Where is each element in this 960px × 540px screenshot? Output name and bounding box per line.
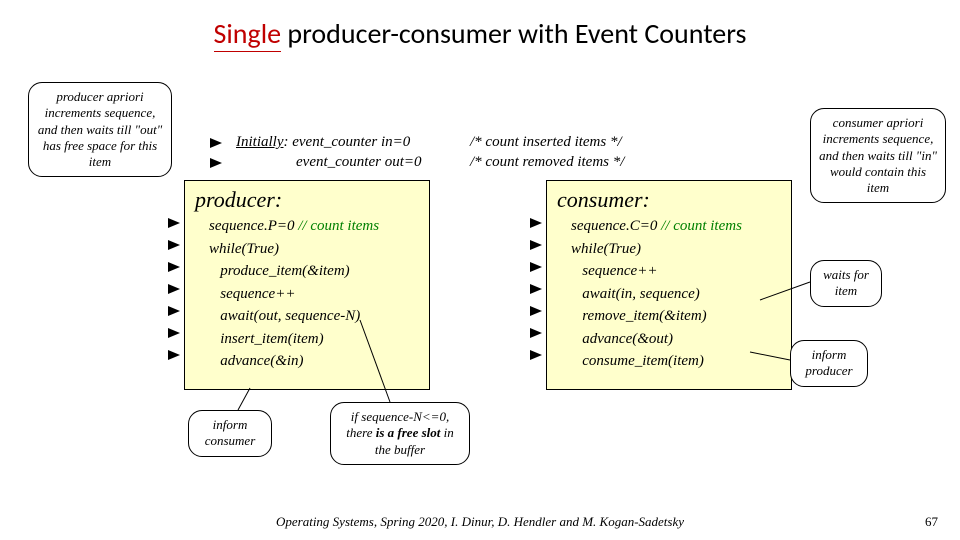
consumer-l5: remove_item(&item) <box>571 308 707 324</box>
consumer-l1b: // count items <box>661 218 742 234</box>
consumer-l1a: sequence.C=0 <box>571 218 661 234</box>
init-label: Initially <box>236 134 284 150</box>
arrow-icon <box>168 218 180 228</box>
consumer-box: consumer: sequence.C=0 // count items wh… <box>546 180 792 390</box>
consumer-l2: while(True) <box>571 241 641 257</box>
producer-l7: advance(&in) <box>209 353 304 369</box>
page-number: 67 <box>925 514 938 530</box>
init-comment-1: /* count inserted items */ <box>470 134 622 151</box>
arrow-icon <box>530 240 542 250</box>
callout-producer-apriori: producer apriori increments sequence, an… <box>28 82 172 177</box>
consumer-header: consumer: <box>557 187 781 213</box>
callout-consumer-apriori: consumer apriori increments sequence, an… <box>810 108 946 203</box>
producer-header: producer: <box>195 187 419 213</box>
arrow-icon <box>210 158 222 168</box>
arrow-icon <box>530 218 542 228</box>
callout-waits-item: waits for item <box>810 260 882 307</box>
callout-free-slot-text: if sequence-N<=0, there is a free slot i… <box>346 409 454 457</box>
arrow-icon <box>168 262 180 272</box>
producer-l1a: sequence.P=0 <box>209 218 298 234</box>
arrow-icon <box>530 350 542 360</box>
arrow-icon <box>530 306 542 316</box>
init-comment-2: /* count removed items */ <box>470 154 624 171</box>
consumer-l7: consume_item(item) <box>571 353 704 369</box>
arrow-icon <box>530 262 542 272</box>
title-highlight: Single <box>214 16 282 52</box>
arrow-icon <box>210 138 222 148</box>
producer-l6: insert_item(item) <box>209 331 324 347</box>
arrow-icon <box>530 284 542 294</box>
producer-l4: sequence++ <box>209 286 295 302</box>
consumer-l3: sequence++ <box>571 263 657 279</box>
consumer-l4: await(in, sequence) <box>571 286 700 302</box>
arrow-icon <box>530 328 542 338</box>
callout-inform-producer: inform producer <box>790 340 868 387</box>
title-rest: producer-consumer with Event Counters <box>281 16 746 51</box>
arrow-icon <box>168 306 180 316</box>
init-line-1: Initially: event_counter in=0 <box>236 134 410 151</box>
slide-title: Single producer-consumer with Event Coun… <box>0 0 960 51</box>
producer-l5: await(out, sequence-N) <box>209 308 360 324</box>
init-line-2: event_counter out=0 <box>296 154 422 171</box>
footer-text: Operating Systems, Spring 2020, I. Dinur… <box>0 514 960 530</box>
consumer-l6: advance(&out) <box>571 331 673 347</box>
callout-free-slot: if sequence-N<=0, there is a free slot i… <box>330 402 470 465</box>
producer-l3: produce_item(&item) <box>209 263 350 279</box>
arrow-icon <box>168 328 180 338</box>
arrow-icon <box>168 284 180 294</box>
arrow-icon <box>168 350 180 360</box>
producer-l1b: // count items <box>298 218 379 234</box>
producer-l2: while(True) <box>209 241 279 257</box>
init-text-1: : event_counter in=0 <box>284 134 411 150</box>
producer-code: sequence.P=0 // count items while(True) … <box>195 215 419 373</box>
consumer-code: sequence.C=0 // count items while(True) … <box>557 215 781 373</box>
producer-box: producer: sequence.P=0 // count items wh… <box>184 180 430 390</box>
arrow-icon <box>168 240 180 250</box>
callout-inform-consumer: inform consumer <box>188 410 272 457</box>
